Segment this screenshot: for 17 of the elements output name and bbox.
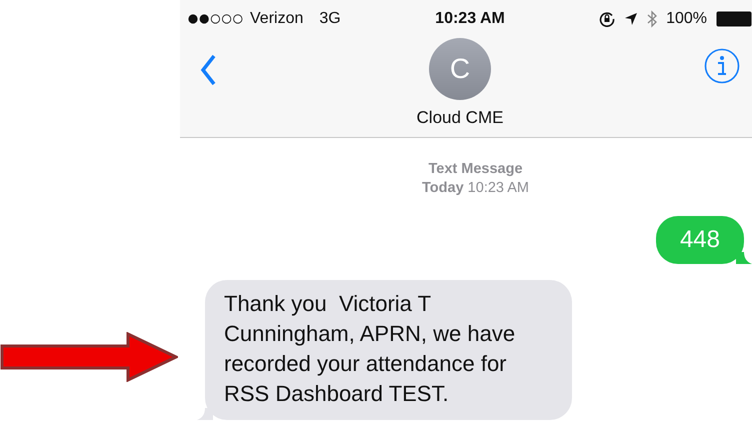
back-icon[interactable] [200, 54, 216, 86]
signal-icon [188, 14, 244, 24]
contact-avatar[interactable]: C [428, 38, 491, 100]
network-type: 3G [319, 10, 341, 28]
battery-icon [716, 11, 752, 27]
message-timestamp: Today 10:23 AM [422, 179, 529, 198]
bubble-tail [736, 252, 752, 264]
message-type-label: Text Message [428, 160, 523, 179]
location-icon [624, 12, 638, 26]
bubble-tail [197, 408, 213, 420]
status-time: 10:23 AM [435, 10, 505, 28]
carrier-name: Verizon [250, 10, 304, 28]
info-icon[interactable] [704, 48, 740, 84]
rotation-lock-icon [599, 11, 616, 27]
battery-percentage: 100% [666, 10, 707, 28]
contact-name: Cloud CME [416, 108, 504, 128]
bluetooth-icon [647, 10, 658, 28]
